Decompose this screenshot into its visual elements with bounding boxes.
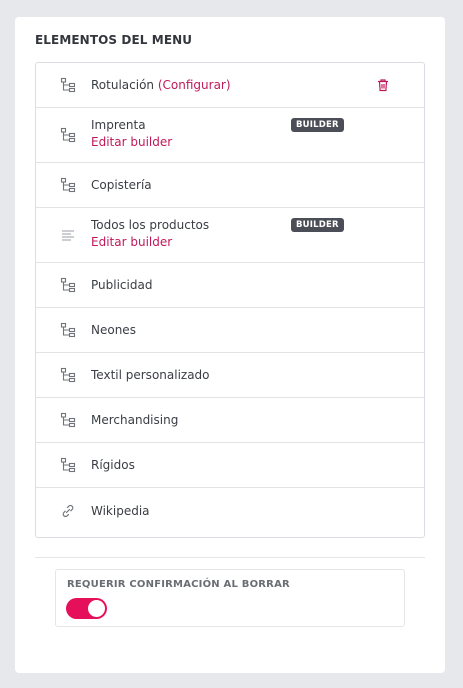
menu-item-neones[interactable]: Neones (36, 308, 424, 353)
menu-item-label: Wikipedia (91, 503, 150, 518)
divider (35, 557, 425, 558)
menu-item-label: Publicidad (91, 278, 153, 292)
menu-elements-card: ELEMENTOS DEL MENU Rotulación (Configura… (15, 17, 445, 673)
menu-item-wikipedia[interactable]: Wikipedia (36, 488, 424, 533)
sitemap-icon (60, 322, 76, 338)
builder-badge: BUILDER (291, 118, 344, 132)
menu-item-label: Rotulación (Configurar) (91, 78, 231, 92)
sitemap-icon (60, 77, 76, 93)
builder-badge: BUILDER (291, 218, 344, 232)
menu-item-merchandising[interactable]: Merchandising (36, 398, 424, 443)
menu-item-publicidad[interactable]: Publicidad (36, 263, 424, 308)
edit-builder-link[interactable]: Editar builder (91, 235, 172, 249)
section-title: ELEMENTOS DEL MENU (35, 33, 193, 47)
confirm-delete-toggle[interactable] (66, 598, 107, 619)
menu-item-label: Imprenta (91, 118, 146, 132)
sitemap-icon (60, 367, 76, 383)
sitemap-icon (60, 127, 76, 143)
menu-item-imprenta[interactable]: Imprenta BUILDER Editar builder (36, 108, 424, 163)
menu-item-label: Rígidos (91, 458, 135, 472)
sitemap-icon (60, 412, 76, 428)
menu-item-rotulacion[interactable]: Rotulación (Configurar) (36, 63, 424, 108)
menu-items-list: Rotulación (Configurar) Imprenta BUILDER… (35, 62, 425, 538)
menu-item-label: Textil personalizado (91, 368, 210, 382)
sitemap-icon (60, 457, 76, 473)
menu-item-label: Copistería (91, 178, 152, 192)
menu-item-textil-personalizado[interactable]: Textil personalizado (36, 353, 424, 398)
sitemap-icon (60, 177, 76, 193)
edit-builder-link[interactable]: Editar builder (91, 135, 172, 149)
sitemap-icon (60, 277, 76, 293)
menu-item-label: Merchandising (91, 413, 179, 427)
menu-item-todos-los-productos[interactable]: Todos los productos BUILDER Editar build… (36, 208, 424, 263)
toggle-knob (88, 600, 105, 617)
menu-item-copisteria[interactable]: Copistería (36, 163, 424, 208)
confirm-delete-label: REQUERIR CONFIRMACIÓN AL BORRAR (67, 579, 290, 590)
menu-item-label: Todos los productos (91, 218, 210, 232)
configure-link[interactable]: (Configurar) (158, 78, 231, 92)
link-icon (60, 503, 76, 519)
menu-item-rigidos[interactable]: Rígidos (36, 443, 424, 488)
trash-icon[interactable] (376, 78, 390, 92)
menu-item-label: Neones (91, 323, 136, 337)
align-left-icon (60, 227, 76, 243)
confirm-delete-setting: REQUERIR CONFIRMACIÓN AL BORRAR (55, 569, 405, 627)
